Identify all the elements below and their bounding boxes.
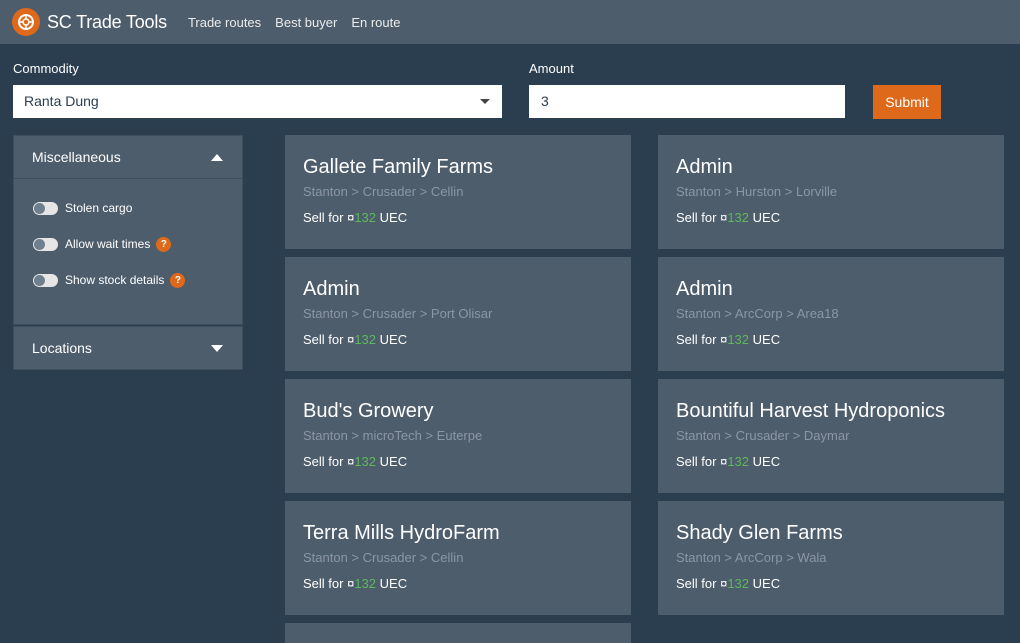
submit-button[interactable]: Submit: [873, 85, 941, 119]
location-name: Admin: [303, 278, 360, 300]
location-name: Bud's Growery: [303, 400, 434, 422]
location-path: Stanton > Crusader > Daymar: [676, 428, 850, 443]
option-show-stock-details[interactable]: Show stock details ?: [33, 271, 242, 289]
chevron-up-icon: [211, 153, 223, 161]
nav-best-buyer[interactable]: Best buyer: [275, 15, 337, 30]
location-path: Stanton > Crusader > Port Olisar: [303, 306, 493, 321]
result-card[interactable]: Bountiful Harvest Hydroponics Stanton > …: [658, 379, 1004, 493]
option-stolen-cargo[interactable]: Stolen cargo: [33, 199, 242, 217]
location-path: Stanton > Crusader > Cellin: [303, 184, 464, 199]
sell-price: Sell for ¤132 UEC: [676, 454, 781, 469]
location-name: Terra Mills HydroFarm: [303, 522, 500, 544]
filters-sidebar: Miscellaneous Stolen cargo Allow wait ti…: [13, 135, 243, 370]
price-value: 132: [727, 210, 750, 225]
price-value: 132: [354, 332, 377, 347]
result-card-partial[interactable]: [285, 623, 631, 643]
result-card[interactable]: Admin Stanton > ArcCorp > Area18 Sell fo…: [658, 257, 1004, 371]
price-value: 132: [354, 576, 377, 591]
option-allow-wait-times[interactable]: Allow wait times ?: [33, 235, 242, 253]
result-card[interactable]: Admin Stanton > Crusader > Port Olisar S…: [285, 257, 631, 371]
nav-trade-routes[interactable]: Trade routes: [188, 15, 261, 30]
amount-input[interactable]: 3: [529, 85, 845, 118]
toggle-switch[interactable]: [33, 273, 58, 287]
location-path: Stanton > Hurston > Lorville: [676, 184, 838, 199]
location-name: Admin: [676, 156, 733, 178]
option-label: Allow wait times: [65, 237, 151, 251]
location-name: Shady Glen Farms: [676, 522, 843, 544]
locations-panel-header[interactable]: Locations: [13, 326, 243, 370]
location-path: Stanton > ArcCorp > Area18: [676, 306, 839, 321]
chevron-down-icon: [211, 344, 223, 352]
locations-panel-title: Locations: [32, 340, 92, 356]
nav-en-route[interactable]: En route: [351, 15, 400, 30]
brand[interactable]: SC Trade Tools: [12, 8, 188, 36]
sell-price: Sell for ¤132 UEC: [676, 332, 781, 347]
chevron-down-icon: [480, 99, 490, 104]
price-value: 132: [727, 454, 750, 469]
misc-panel-body: Stolen cargo Allow wait times ? Show sto…: [13, 179, 243, 325]
option-label: Show stock details: [65, 273, 165, 287]
commodity-value: Ranta Dung: [24, 93, 99, 109]
sell-price: Sell for ¤132 UEC: [303, 576, 408, 591]
result-card[interactable]: Admin Stanton > Hurston > Lorville Sell …: [658, 135, 1004, 249]
commodity-select[interactable]: Ranta Dung: [13, 85, 502, 118]
commodity-label: Commodity: [13, 61, 79, 76]
toggle-switch[interactable]: [33, 237, 58, 251]
sell-price: Sell for ¤132 UEC: [303, 454, 408, 469]
help-icon[interactable]: ?: [156, 236, 172, 252]
sell-price: Sell for ¤132 UEC: [303, 332, 408, 347]
sell-price: Sell for ¤132 UEC: [303, 210, 408, 225]
location-name: Bountiful Harvest Hydroponics: [676, 400, 946, 422]
result-card[interactable]: Bud's Growery Stanton > microTech > Eute…: [285, 379, 631, 493]
location-path: Stanton > Crusader > Cellin: [303, 550, 464, 565]
sell-price: Sell for ¤132 UEC: [676, 576, 781, 591]
amount-label: Amount: [529, 61, 574, 76]
price-value: 132: [727, 576, 750, 591]
price-value: 132: [354, 454, 377, 469]
misc-panel-header[interactable]: Miscellaneous: [13, 135, 243, 179]
result-card[interactable]: Gallete Family Farms Stanton > Crusader …: [285, 135, 631, 249]
help-icon[interactable]: ?: [170, 272, 186, 288]
logo-icon: [12, 8, 40, 36]
price-value: 132: [354, 210, 377, 225]
result-card[interactable]: Shady Glen Farms Stanton > ArcCorp > Wal…: [658, 501, 1004, 615]
result-card[interactable]: Terra Mills HydroFarm Stanton > Crusader…: [285, 501, 631, 615]
location-path: Stanton > microTech > Euterpe: [303, 428, 483, 443]
sell-price: Sell for ¤132 UEC: [676, 210, 781, 225]
price-value: 132: [727, 332, 750, 347]
location-name: Admin: [676, 278, 733, 300]
brand-name: SC Trade Tools: [47, 11, 167, 32]
misc-panel-title: Miscellaneous: [32, 149, 121, 165]
location-path: Stanton > ArcCorp > Wala: [676, 550, 827, 565]
option-label: Stolen cargo: [65, 201, 133, 215]
location-name: Gallete Family Farms: [303, 156, 494, 178]
navbar: SC Trade Tools Trade routes Best buyer E…: [0, 0, 1020, 44]
toggle-switch[interactable]: [33, 201, 58, 215]
